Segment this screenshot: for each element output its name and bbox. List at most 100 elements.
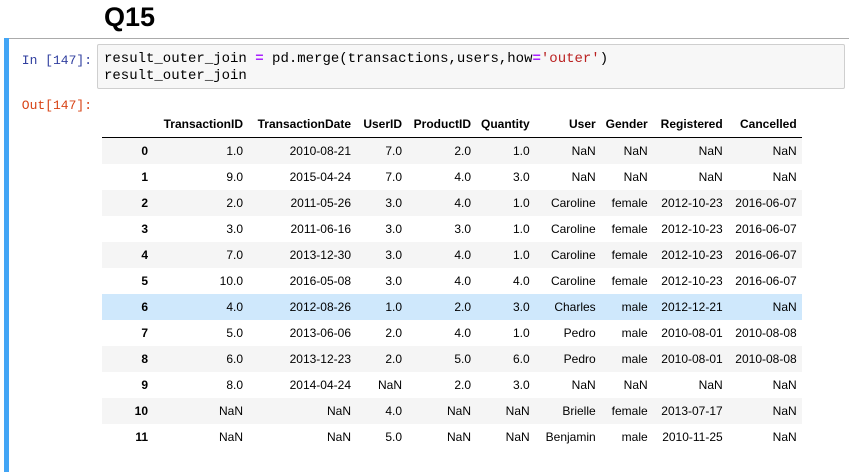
- dataframe-body: 0 1.0 2010-08-21 7.0 2.0 1.0 NaN NaN NaN NaN 1 9.0 2…: [102, 137, 802, 451]
- index-header: [102, 111, 153, 138]
- table-cell: 2011-05-26: [290, 196, 352, 210]
- column-header: Cancelled: [727, 111, 802, 138]
- table-cell: 3.0: [385, 248, 402, 262]
- table-cell: Pedro: [563, 352, 596, 366]
- table-cell: 5.0: [385, 430, 402, 444]
- table-cell: NaN: [571, 170, 596, 184]
- table-cell: 2010-08-01: [661, 352, 723, 366]
- table-row: 5 10.0 2016-05-08 3.0 4.0 4.0 Caroline female 20…: [102, 268, 802, 294]
- row-index: 6: [141, 300, 148, 314]
- dataframe-table: TransactionID TransactionDate UserID Produc…: [102, 111, 802, 450]
- table-cell: NaN: [623, 144, 648, 158]
- row-index: 1: [141, 170, 148, 184]
- table-cell: male: [621, 326, 648, 340]
- table-cell: NaN: [218, 404, 243, 418]
- table-row: 11 NaN NaN 5.0 NaN NaN Benjamin male 2010-11-25 N…: [102, 424, 802, 450]
- table-row: 0 1.0 2010-08-21 7.0 2.0 1.0 NaN NaN NaN NaN: [102, 137, 802, 164]
- table-cell: 8.0: [226, 378, 243, 392]
- table-cell: female: [611, 404, 648, 418]
- table-cell: 3.0: [385, 274, 402, 288]
- table-cell: Caroline: [550, 222, 596, 236]
- table-cell: NaN: [446, 430, 471, 444]
- row-index: 3: [141, 222, 148, 236]
- table-cell: NaN: [772, 170, 797, 184]
- header-row: TransactionID TransactionDate UserID Produc…: [102, 111, 802, 138]
- table-cell: 2012-10-23: [661, 222, 723, 236]
- table-cell: 2016-06-07: [735, 274, 797, 288]
- table-cell: Charles: [554, 300, 596, 314]
- table-cell: 1.0: [512, 144, 530, 158]
- code-string: 'outer': [540, 51, 600, 67]
- table-cell: NaN: [698, 144, 723, 158]
- table-row: 10 NaN NaN 4.0 NaN NaN Brielle female 2013-07-17…: [102, 398, 802, 424]
- dataframe-header: TransactionID TransactionDate UserID Produc…: [102, 111, 802, 138]
- table-cell: 6.0: [226, 352, 243, 366]
- table-cell: 4.0: [454, 326, 471, 340]
- table-cell: 1.0: [512, 222, 530, 236]
- table-cell: 6.0: [512, 352, 530, 366]
- table-cell: NaN: [326, 430, 351, 444]
- section-heading: Q15: [104, 2, 156, 32]
- table-cell: NaN: [218, 430, 243, 444]
- table-cell: 2014-04-24: [289, 378, 351, 392]
- table-cell: 2.0: [385, 326, 402, 340]
- table-cell: Caroline: [550, 248, 596, 262]
- table-cell: 4.0: [454, 170, 471, 184]
- table-cell: 4.0: [385, 404, 402, 418]
- table-cell: 2010-08-21: [289, 144, 351, 158]
- table-cell: NaN: [772, 144, 797, 158]
- table-row: 8 6.0 2013-12-23 2.0 5.0 6.0 Pedro male 2010-08-…: [102, 346, 802, 372]
- row-index: 4: [141, 248, 148, 262]
- table-cell: 4.0: [454, 196, 471, 210]
- code-operator: =: [255, 51, 264, 67]
- code-token: pd.merge(transactions,users,how: [263, 51, 533, 67]
- table-row: 1 9.0 2015-04-24 7.0 4.0 3.0 NaN NaN NaN NaN: [102, 164, 802, 190]
- table-cell: 2013-12-30: [289, 248, 351, 262]
- table-cell: Pedro: [563, 326, 596, 340]
- column-header: Registered: [652, 111, 728, 138]
- table-cell: 2010-08-08: [735, 352, 797, 366]
- column-header: TransactionDate: [248, 111, 356, 138]
- table-cell: 7.0: [385, 144, 402, 158]
- table-cell: 3.0: [454, 222, 471, 236]
- table-row: 4 7.0 2013-12-30 3.0 4.0 1.0 Caroline female 201…: [102, 242, 802, 268]
- table-cell: 3.0: [385, 196, 402, 210]
- table-cell: NaN: [772, 430, 797, 444]
- table-cell: 2012-10-23: [661, 196, 723, 210]
- row-index: 5: [141, 274, 148, 288]
- table-cell: 4.0: [454, 274, 471, 288]
- table-cell: 3.0: [385, 222, 402, 236]
- table-cell: 2.0: [454, 300, 471, 314]
- code-input-area[interactable]: result_outer_join = pd.merge(transaction…: [97, 44, 845, 89]
- input-prompt: In [147]:: [21, 53, 92, 68]
- column-header: UserID: [356, 111, 407, 138]
- table-row: 6 4.0 2012-08-26 1.0 2.0 3.0 Charles male 2012-1…: [102, 294, 802, 320]
- table-cell: male: [621, 300, 648, 314]
- table-cell: 7.0: [226, 248, 243, 262]
- row-index: 9: [141, 378, 148, 392]
- table-cell: 2013-07-17: [661, 404, 723, 418]
- table-cell: 1.0: [385, 300, 402, 314]
- row-index: 11: [135, 430, 148, 444]
- table-cell: 2012-08-26: [289, 300, 351, 314]
- table-row: 7 5.0 2013-06-06 2.0 4.0 1.0 Pedro male 2010-08-…: [102, 320, 802, 346]
- table-cell: female: [611, 222, 648, 236]
- table-cell: NaN: [326, 404, 351, 418]
- table-cell: 2.0: [385, 352, 402, 366]
- column-header: TransactionID: [153, 111, 248, 138]
- table-cell: 4.0: [226, 300, 243, 314]
- table-cell: 2013-06-06: [289, 326, 351, 340]
- table-cell: 2016-06-07: [735, 196, 797, 210]
- table-cell: 2012-10-23: [661, 248, 723, 262]
- code-token: result_outer_join: [104, 51, 256, 67]
- table-cell: 5.0: [226, 326, 243, 340]
- table-cell: 10.0: [219, 274, 243, 288]
- table-cell: 2.0: [226, 196, 243, 210]
- column-header: Quantity: [476, 111, 535, 138]
- table-cell: Caroline: [550, 274, 596, 288]
- table-cell: NaN: [505, 404, 530, 418]
- code-line-1: result_outer_join = pd.merge(transaction…: [104, 51, 608, 67]
- table-cell: 2010-08-08: [735, 326, 797, 340]
- table-cell: NaN: [571, 144, 596, 158]
- table-cell: 3.0: [226, 222, 243, 236]
